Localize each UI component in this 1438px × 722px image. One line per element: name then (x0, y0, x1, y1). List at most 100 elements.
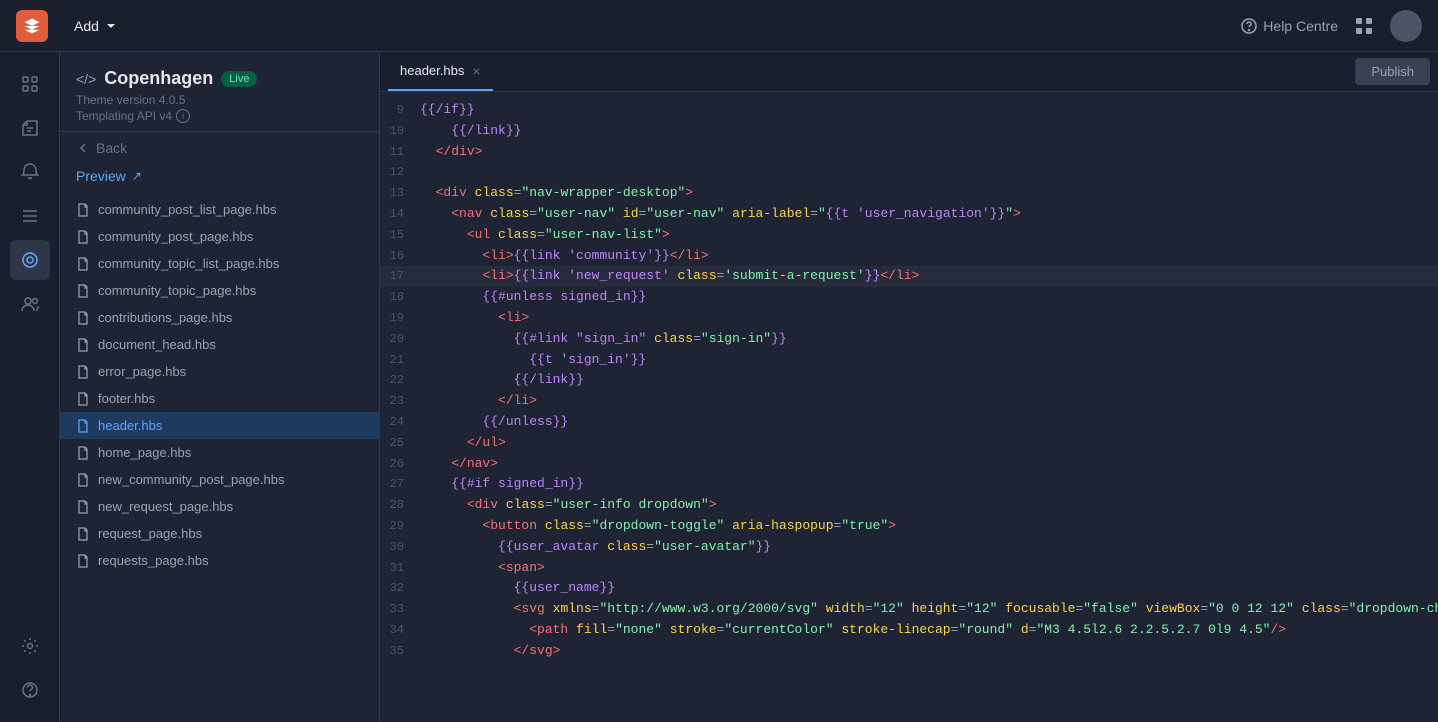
file-icon (76, 230, 90, 244)
file-name: community_topic_list_page.hbs (98, 256, 279, 271)
code-line-20: 20 {{#link "sign_in" class="sign-in"}} (380, 329, 1438, 350)
line-content: {{user_avatar class="user-avatar"}} (420, 537, 1422, 558)
line-content: <nav class="user-nav" id="user-nav" aria… (420, 204, 1422, 225)
line-number: 10 (380, 121, 420, 141)
code-line-31: 31 <span> (380, 558, 1438, 579)
editor-area: header.hbs × Publish 9{{/if}}10 {{/link}… (380, 52, 1438, 722)
user-avatar[interactable] (1390, 10, 1422, 42)
line-number: 32 (380, 578, 420, 598)
line-number: 25 (380, 433, 420, 453)
file-item-new_community_post_page-hbs[interactable]: new_community_post_page.hbs (60, 466, 379, 493)
line-content: <div class="user-info dropdown"> (420, 495, 1422, 516)
file-item-document_head-hbs[interactable]: document_head.hbs (60, 331, 379, 358)
code-line-24: 24 {{/unless}} (380, 412, 1438, 433)
line-number: 29 (380, 516, 420, 536)
preview-link[interactable]: Preview ↗ (60, 164, 379, 192)
info-icon[interactable]: i (176, 109, 190, 123)
line-number: 15 (380, 225, 420, 245)
back-link[interactable]: Back (60, 132, 379, 164)
file-name: home_page.hbs (98, 445, 191, 460)
line-number: 24 (380, 412, 420, 432)
file-icon (76, 446, 90, 460)
line-number: 21 (380, 350, 420, 370)
file-item-community_post_page-hbs[interactable]: community_post_page.hbs (60, 223, 379, 250)
file-item-header-hbs[interactable]: header.hbs (60, 412, 379, 439)
file-name: footer.hbs (98, 391, 155, 406)
code-line-14: 14 <nav class="user-nav" id="user-nav" a… (380, 204, 1438, 225)
line-number: 13 (380, 183, 420, 203)
nav-users[interactable] (10, 284, 50, 324)
tab-close-button[interactable]: × (472, 64, 480, 78)
file-item-community_topic_list_page-hbs[interactable]: community_topic_list_page.hbs (60, 250, 379, 277)
add-label: Add (74, 18, 99, 34)
icon-nav (0, 52, 60, 722)
line-number: 23 (380, 391, 420, 411)
line-content: </li> (420, 391, 1422, 412)
code-line-11: 11 </div> (380, 142, 1438, 163)
file-icon (76, 554, 90, 568)
code-line-19: 19 <li> (380, 308, 1438, 329)
file-icon (76, 311, 90, 325)
file-item-error_page-hbs[interactable]: error_page.hbs (60, 358, 379, 385)
publish-button[interactable]: Publish (1355, 58, 1430, 85)
file-icon (76, 419, 90, 433)
code-line-32: 32 {{user_name}} (380, 578, 1438, 599)
file-item-requests_page-hbs[interactable]: requests_page.hbs (60, 547, 379, 574)
grid-icon[interactable] (1354, 16, 1374, 36)
line-number: 12 (380, 162, 420, 182)
code-line-26: 26 </nav> (380, 454, 1438, 475)
code-line-22: 22 {{/link}} (380, 370, 1438, 391)
line-number: 20 (380, 329, 420, 349)
nav-reports[interactable] (10, 108, 50, 148)
nav-alerts[interactable] (10, 152, 50, 192)
code-line-9: 9{{/if}} (380, 100, 1438, 121)
line-content: <li>{{link 'community'}}</li> (420, 246, 1422, 267)
template-api: Templating API v4 i (76, 109, 363, 123)
code-line-29: 29 <button class="dropdown-toggle" aria-… (380, 516, 1438, 537)
theme-version: Theme version 4.0.5 (76, 93, 363, 107)
code-editor[interactable]: 9{{/if}}10 {{/link}}11 </div>12 13 <div … (380, 92, 1438, 722)
app-logo[interactable] (16, 10, 48, 42)
line-number: 22 (380, 370, 420, 390)
code-line-12: 12 (380, 162, 1438, 183)
line-content: <li>{{link 'new_request' class='submit-a… (420, 266, 1422, 287)
theme-title-row: </> Copenhagen Live (76, 68, 363, 89)
code-line-15: 15 <ul class="user-nav-list"> (380, 225, 1438, 246)
file-item-request_page-hbs[interactable]: request_page.hbs (60, 520, 379, 547)
nav-dashboard[interactable] (10, 64, 50, 104)
file-name: community_post_list_page.hbs (98, 202, 277, 217)
code-line-34: 34 <path fill="none" stroke="currentColo… (380, 620, 1438, 641)
file-item-new_request_page-hbs[interactable]: new_request_page.hbs (60, 493, 379, 520)
code-line-25: 25 </ul> (380, 433, 1438, 454)
tab-header-hbs[interactable]: header.hbs × (388, 52, 493, 91)
line-content: </nav> (420, 454, 1422, 475)
file-item-footer-hbs[interactable]: footer.hbs (60, 385, 379, 412)
file-item-contributions_page-hbs[interactable]: contributions_page.hbs (60, 304, 379, 331)
code-line-33: 33 <svg xmlns="http://www.w3.org/2000/sv… (380, 599, 1438, 620)
line-content: {{#if signed_in}} (420, 474, 1422, 495)
line-number: 28 (380, 495, 420, 515)
line-number: 16 (380, 246, 420, 266)
sidebar: </> Copenhagen Live Theme version 4.0.5 … (60, 52, 380, 722)
file-item-community_post_list_page-hbs[interactable]: community_post_list_page.hbs (60, 196, 379, 223)
line-content: {{/unless}} (420, 412, 1422, 433)
help-centre-button[interactable]: Help Centre (1241, 18, 1338, 34)
nav-menu[interactable] (10, 196, 50, 236)
nav-support[interactable] (10, 670, 50, 710)
file-name: requests_page.hbs (98, 553, 209, 568)
file-name: request_page.hbs (98, 526, 202, 541)
code-line-17: 17 <li>{{link 'new_request' class='submi… (380, 266, 1438, 287)
code-line-10: 10 {{/link}} (380, 121, 1438, 142)
nav-settings[interactable] (10, 626, 50, 666)
add-menu[interactable]: Add (64, 12, 127, 40)
file-item-home_page-hbs[interactable]: home_page.hbs (60, 439, 379, 466)
file-name: community_topic_page.hbs (98, 283, 256, 298)
file-name: contributions_page.hbs (98, 310, 232, 325)
nav-preview[interactable] (10, 240, 50, 280)
line-number: 17 (380, 266, 420, 286)
line-content: {{/link}} (420, 370, 1422, 391)
line-content: {{#link "sign_in" class="sign-in"}} (420, 329, 1422, 350)
topbar-right: Help Centre (1241, 10, 1422, 42)
file-item-community_topic_page-hbs[interactable]: community_topic_page.hbs (60, 277, 379, 304)
code-line-23: 23 </li> (380, 391, 1438, 412)
